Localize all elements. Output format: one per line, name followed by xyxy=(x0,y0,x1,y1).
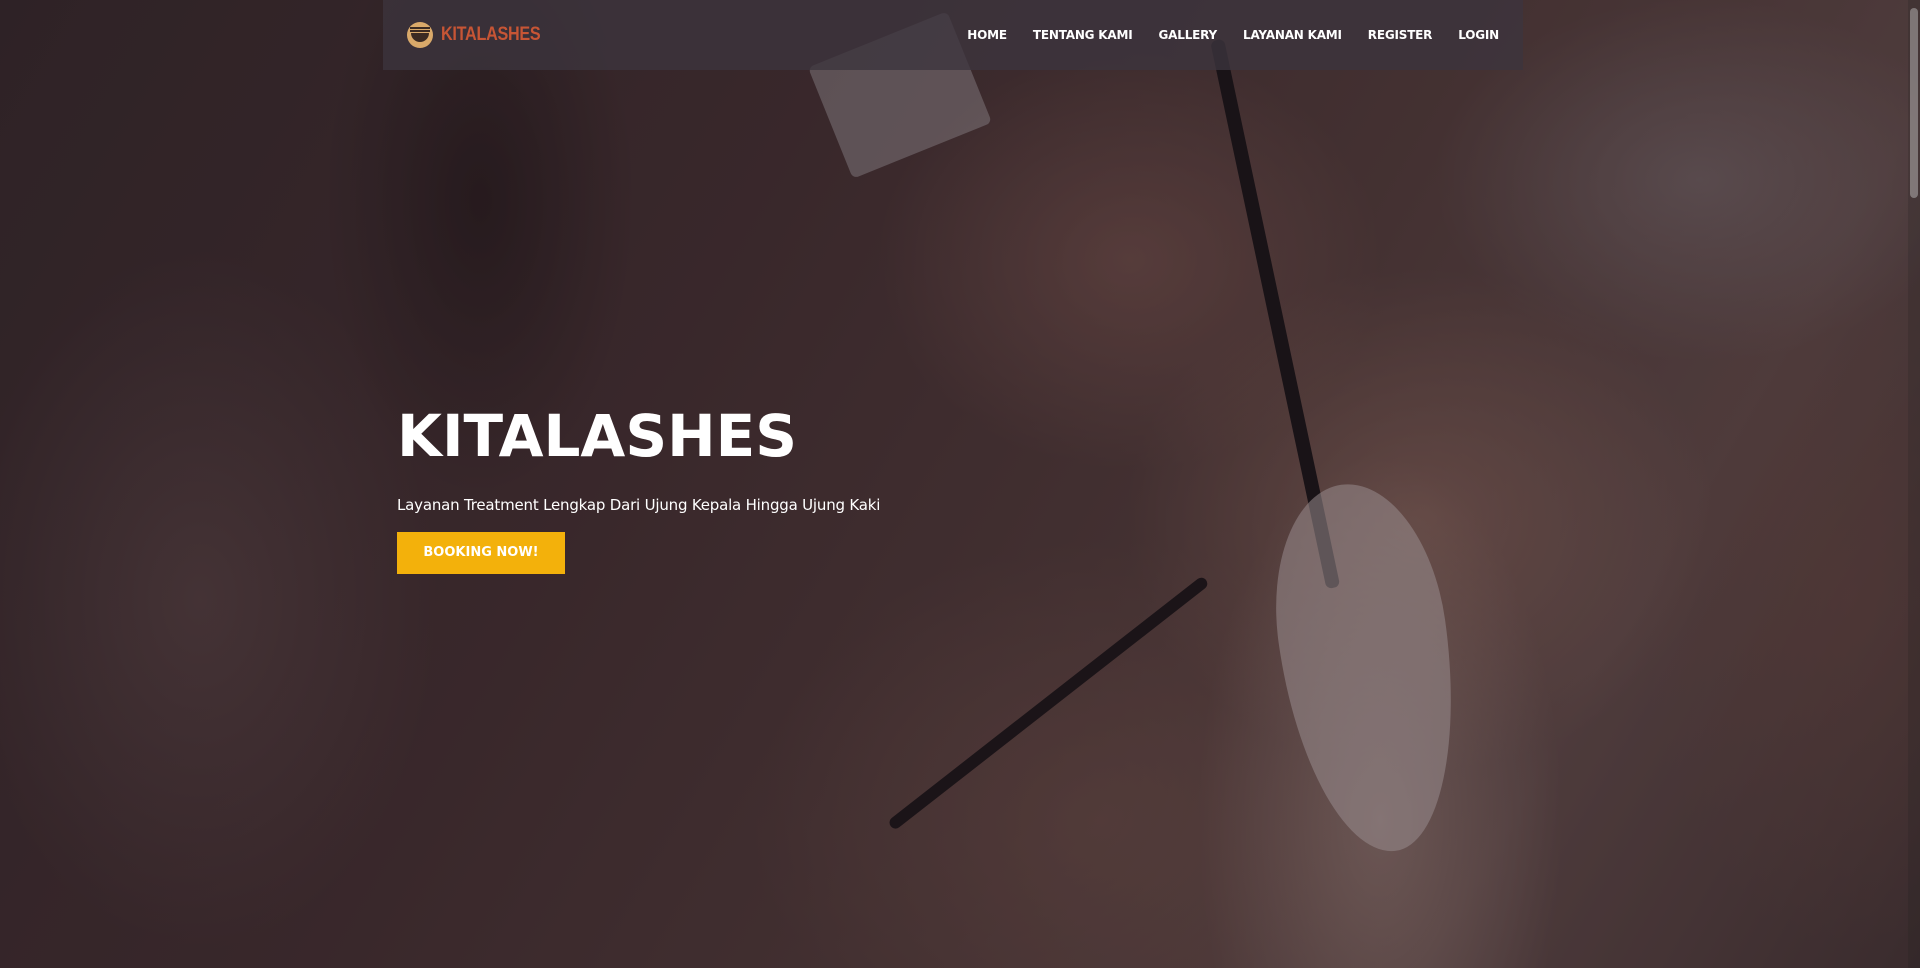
brand-name: KITALASHES xyxy=(441,24,541,45)
hero-section: KITALASHES Layanan Treatment Lengkap Dar… xyxy=(397,402,1097,574)
lash-eye-logo-icon xyxy=(407,22,433,48)
nav-item-tentang-kami[interactable]: TENTANG KAMI xyxy=(1033,28,1133,42)
nav-item-layanan-kami[interactable]: LAYANAN KAMI xyxy=(1243,28,1342,42)
booking-now-button[interactable]: BOOKING NOW! xyxy=(397,531,565,574)
scrollbar-thumb[interactable] xyxy=(1910,8,1918,198)
top-navbar: KITALASHES HOME TENTANG KAMI GALLERY LAY… xyxy=(383,0,1523,70)
nav-item-gallery[interactable]: GALLERY xyxy=(1159,28,1218,42)
brand-link[interactable]: KITALASHES xyxy=(407,22,558,48)
vertical-scrollbar[interactable] xyxy=(1908,0,1920,968)
nav-item-login[interactable]: LOGIN xyxy=(1458,28,1499,42)
hero-subtitle: Layanan Treatment Lengkap Dari Ujung Kep… xyxy=(397,495,881,514)
nav-item-home[interactable]: HOME xyxy=(967,28,1007,42)
nav-menu: HOME TENTANG KAMI GALLERY LAYANAN KAMI R… xyxy=(967,28,1499,42)
nav-item-register[interactable]: REGISTER xyxy=(1368,28,1433,42)
hero-title: KITALASHES xyxy=(397,402,798,470)
